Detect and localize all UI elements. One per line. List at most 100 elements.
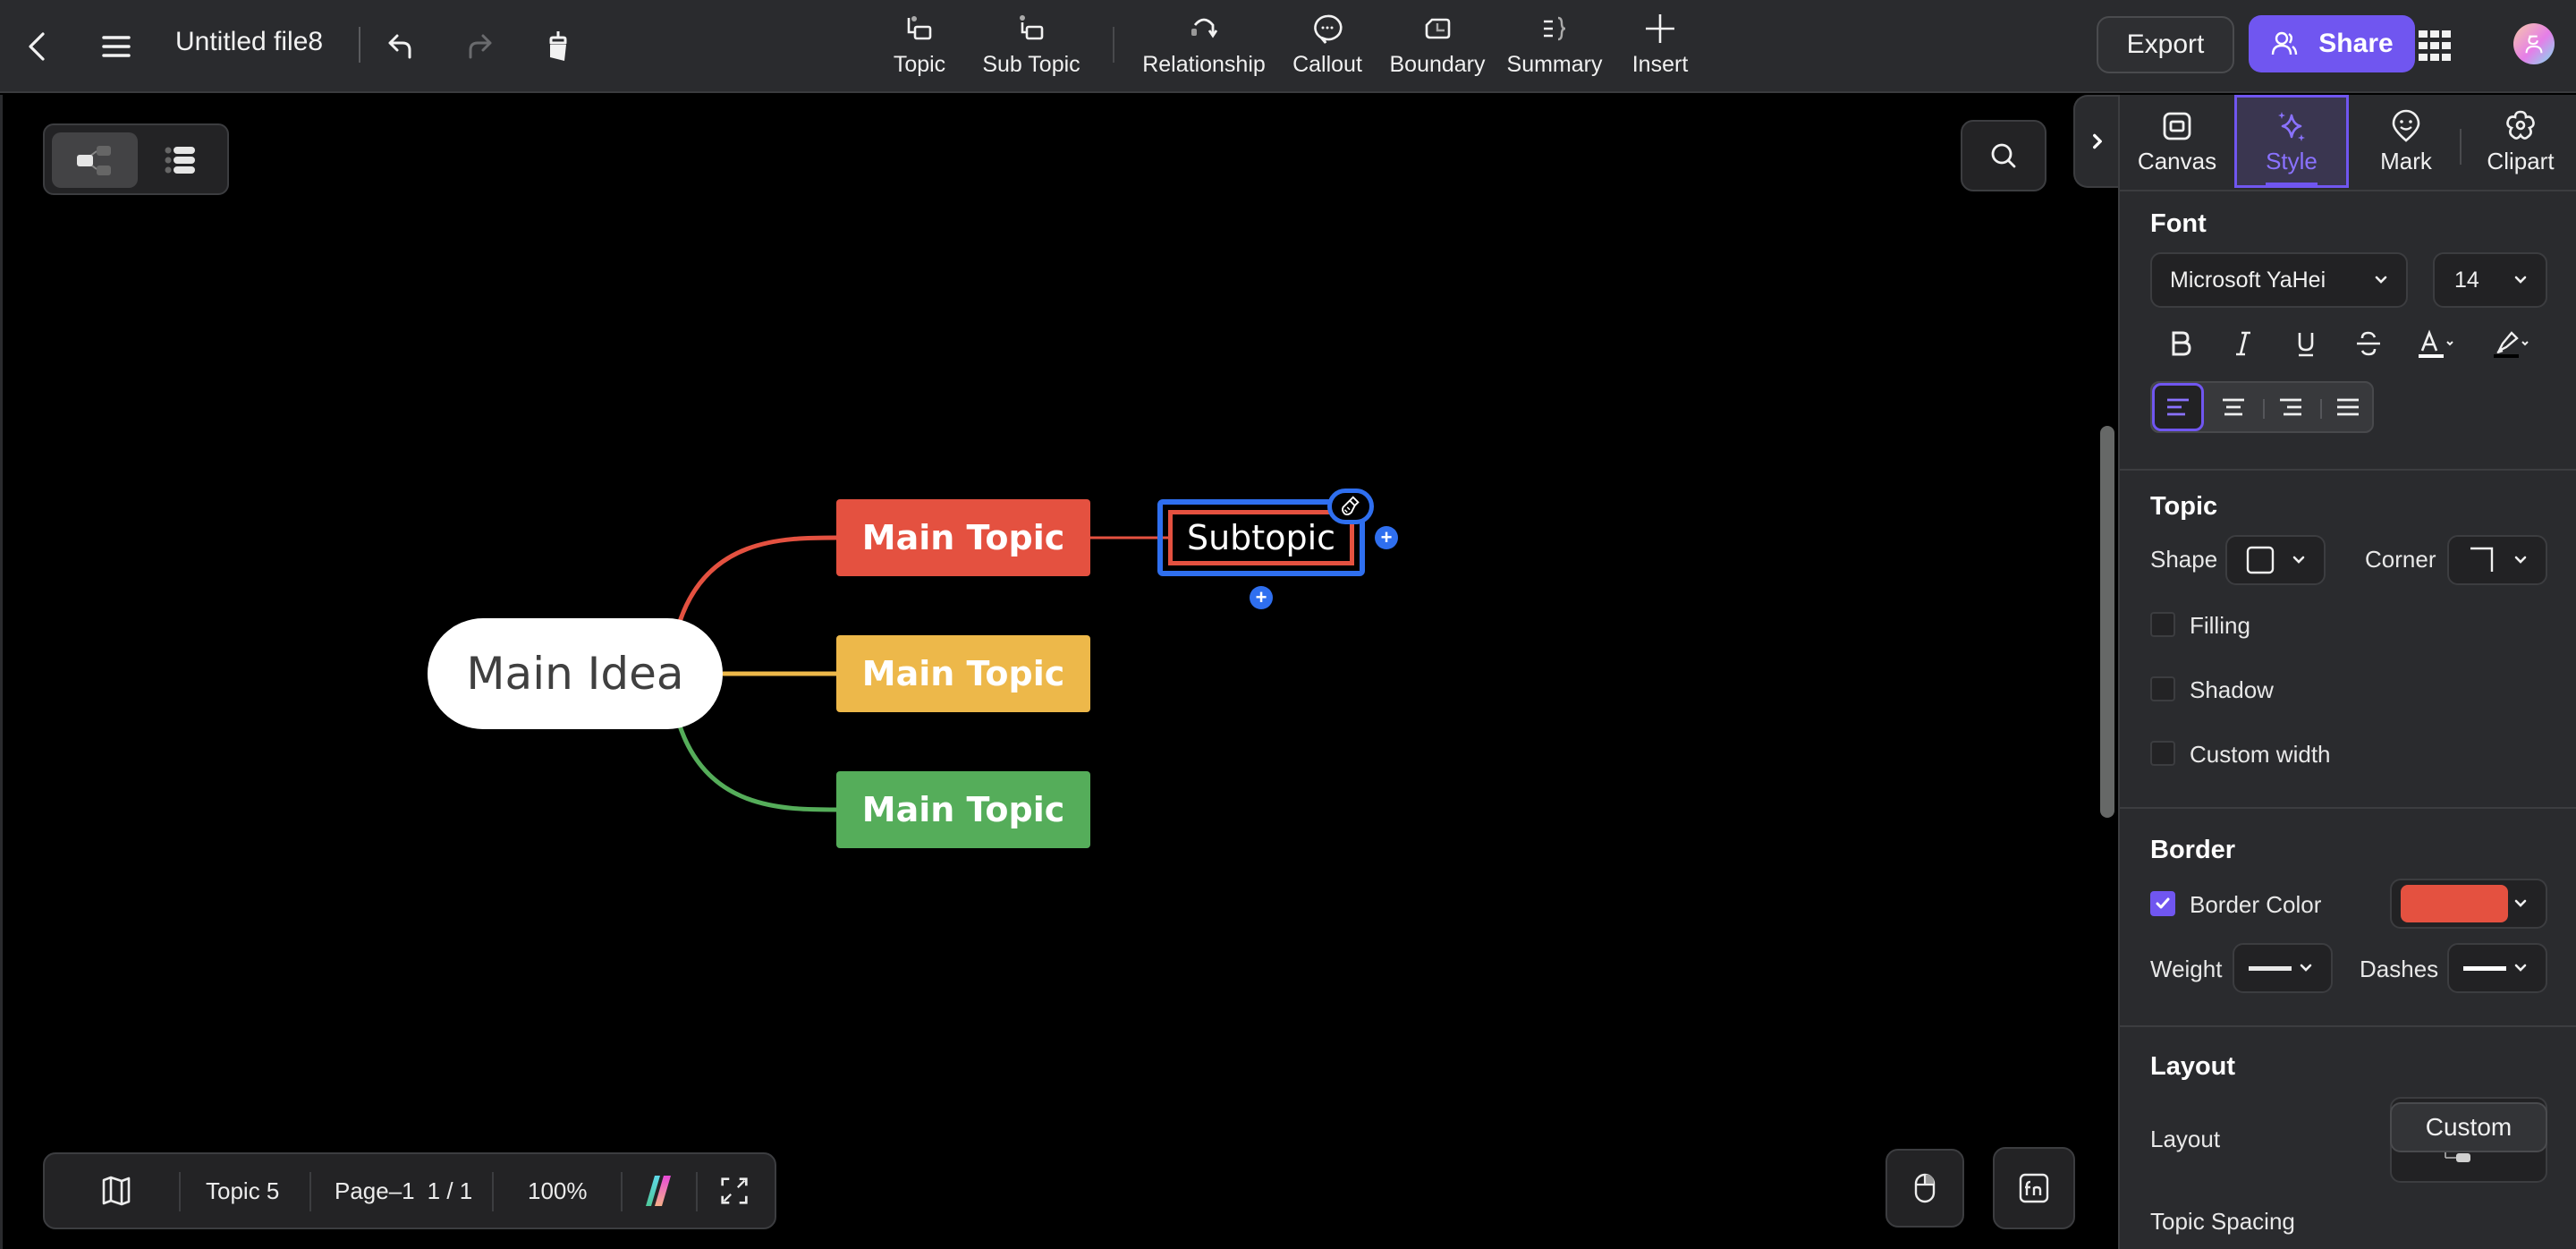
weight-dropdown[interactable] [2233, 943, 2333, 993]
map-icon [102, 1176, 131, 1206]
fullscreen-button[interactable] [717, 1154, 751, 1228]
strikethrough-icon [2357, 331, 2380, 356]
redo-icon [469, 34, 492, 59]
topic-spacing-custom-button[interactable]: Custom [2390, 1102, 2547, 1152]
insert-subtopic-button[interactable]: Sub Topic [979, 11, 1084, 86]
page-selector[interactable]: Page–1 1 / 1 [335, 1154, 472, 1228]
line-weight-preview [2249, 965, 2292, 971]
share-button[interactable]: Share [2249, 15, 2415, 72]
align-center-button[interactable] [2207, 383, 2259, 431]
insert-topic-button[interactable]: Topic [886, 11, 953, 86]
tab-canvas[interactable]: Canvas [2120, 95, 2234, 188]
corner-dropdown[interactable] [2447, 535, 2547, 585]
chevron-right-icon [2093, 133, 2102, 149]
strikethrough-button[interactable] [2345, 320, 2392, 367]
font-size-value: 14 [2454, 267, 2479, 293]
relationship-icon [1191, 18, 1218, 38]
italic-button[interactable] [2220, 320, 2267, 367]
topic-icon [907, 16, 932, 40]
clear-style-button[interactable] [1327, 489, 1374, 524]
fullscreen-icon [721, 1177, 748, 1204]
search-icon [1991, 143, 2016, 168]
add-sibling-right-button[interactable]: + [1375, 526, 1398, 549]
redo-button[interactable] [453, 20, 506, 73]
tab-mark[interactable]: Mark [2349, 95, 2463, 188]
format-painter-icon [549, 31, 567, 61]
collapse-panel-button[interactable] [2073, 95, 2120, 188]
outline-view-icon [165, 147, 195, 174]
custom-width-checkbox[interactable] [2150, 741, 2175, 766]
clipart-icon [2506, 110, 2535, 140]
add-child-below-button[interactable]: + [1250, 586, 1273, 609]
chevron-down-icon [2514, 556, 2527, 564]
square-corner-icon [2470, 547, 2494, 572]
summary-button[interactable]: Summary [1504, 11, 1605, 86]
user-avatar[interactable] [2513, 23, 2555, 64]
font-size-dropdown[interactable]: 14 [2433, 252, 2547, 308]
mouse-mode-button[interactable] [1885, 1149, 1964, 1228]
panel-tabs: Canvas Style Mark Clipart [2120, 95, 2576, 191]
section-divider [2120, 807, 2576, 809]
subtopic-icon [1020, 15, 1044, 40]
undo-button[interactable] [374, 20, 428, 73]
align-center-icon [2223, 398, 2244, 416]
relationship-button[interactable]: Relationship [1140, 11, 1268, 86]
page-label: Page–1 [335, 1177, 415, 1204]
tab-clipart[interactable]: Clipart [2463, 95, 2576, 188]
mind-map-view-icon [77, 146, 111, 175]
apps-grid-icon[interactable] [2415, 27, 2454, 66]
vertical-scrollbar[interactable] [2100, 426, 2114, 818]
back-button[interactable] [11, 20, 64, 73]
chevron-down-icon [2375, 276, 2387, 284]
minimap-button[interactable] [98, 1154, 134, 1228]
bold-button[interactable] [2157, 320, 2204, 367]
export-button[interactable]: Export [2097, 16, 2234, 73]
text-color-button[interactable] [2408, 320, 2465, 367]
border-color-checkbox[interactable] [2150, 891, 2175, 916]
main-topic-node[interactable]: Main Topic [836, 499, 1090, 576]
border-color-dropdown[interactable] [2390, 879, 2547, 929]
dashes-label: Dashes [2360, 956, 2439, 982]
underline-button[interactable] [2283, 320, 2329, 367]
shadow-checkbox[interactable] [2150, 676, 2175, 701]
tab-style[interactable]: Style [2234, 95, 2349, 188]
outline-view-button[interactable] [138, 132, 224, 188]
divider [1113, 27, 1114, 63]
align-justify-button[interactable] [2322, 383, 2374, 431]
text-color-icon [2419, 329, 2453, 358]
format-painter-button[interactable] [531, 20, 585, 73]
undo-icon [388, 34, 411, 59]
function-button[interactable] [1993, 1147, 2075, 1229]
mind-map-view-button[interactable] [52, 132, 138, 188]
shadow-label: Shadow [2190, 676, 2274, 703]
main-topic-node[interactable]: Main Topic [836, 771, 1090, 848]
subtopic-node[interactable]: Subtopic [1168, 510, 1354, 565]
brush-icon [1342, 496, 1360, 515]
main-topic-node[interactable]: Main Topic [836, 635, 1090, 712]
ai-logo-icon [646, 1176, 671, 1206]
align-left-button[interactable] [2152, 383, 2204, 431]
ai-assistant-button[interactable] [635, 1154, 680, 1228]
border-color-swatch [2401, 885, 2508, 922]
highlight-button[interactable] [2483, 320, 2540, 367]
filling-checkbox[interactable] [2150, 612, 2175, 637]
font-family-dropdown[interactable]: Microsoft YaHei [2150, 252, 2408, 308]
boundary-button[interactable]: Boundary [1386, 11, 1488, 86]
page-position: 1 / 1 [427, 1177, 473, 1204]
plus-icon [1646, 14, 1674, 43]
highlight-icon [2494, 331, 2529, 358]
section-divider [2120, 1025, 2576, 1027]
file-title[interactable]: Untitled file8 [175, 27, 323, 57]
callout-button[interactable]: Callout [1288, 11, 1367, 86]
zoom-level[interactable]: 100% [528, 1154, 588, 1228]
filling-label: Filling [2190, 612, 2250, 639]
main-idea-node[interactable]: Main Idea [428, 618, 723, 729]
dashes-dropdown[interactable] [2447, 943, 2547, 993]
shape-dropdown[interactable] [2225, 535, 2326, 585]
menu-button[interactable] [89, 20, 143, 73]
checkmark-icon [2156, 897, 2170, 909]
insert-button[interactable]: Insert [1626, 11, 1694, 86]
weight-label: Weight [2150, 956, 2223, 982]
search-button[interactable] [1961, 120, 2046, 191]
align-right-button[interactable] [2265, 383, 2317, 431]
